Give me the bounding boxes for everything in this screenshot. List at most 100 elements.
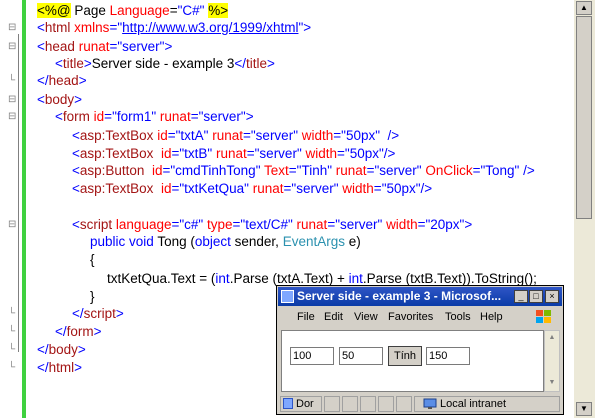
editor-scrollbar[interactable]: ▲ ▼ bbox=[574, 0, 595, 418]
code-token: .Parse (txtA.Text) + bbox=[229, 271, 349, 286]
code-token: runat bbox=[215, 146, 247, 161]
code-token: = bbox=[104, 109, 113, 124]
browser-window: Server side - example 3 - Microsof... _ … bbox=[276, 285, 564, 415]
code-token: id bbox=[93, 109, 105, 124]
browser-scrollbar[interactable]: ▲ ▼ bbox=[544, 330, 560, 392]
code-token: http://www.w3.org/1999/xhtml bbox=[122, 20, 299, 35]
code-token: < bbox=[72, 128, 80, 143]
code-text: <html xmlns="http://www.w3.org/1999/xhtm… bbox=[37, 19, 311, 37]
browser-scroll-down-icon[interactable]: ▼ bbox=[546, 377, 558, 389]
code-token: title bbox=[62, 56, 84, 71]
code-token: object bbox=[194, 234, 231, 249]
status-done-segment: Dor bbox=[280, 396, 322, 412]
code-token: head bbox=[48, 73, 79, 88]
code-token: < bbox=[72, 163, 80, 178]
collapse-box-icon[interactable]: ⊟ bbox=[8, 95, 16, 105]
code-token: "C#" bbox=[177, 3, 205, 18]
code-token: id bbox=[151, 163, 163, 178]
browser-scroll-up-icon[interactable]: ▲ bbox=[546, 332, 558, 344]
tinh-button[interactable]: Tính bbox=[388, 346, 422, 366]
code-token: runat bbox=[335, 163, 367, 178]
status-segment bbox=[360, 396, 376, 412]
code-token: "text/C#" bbox=[240, 217, 293, 232]
code-token: id bbox=[157, 128, 168, 143]
code-text: <title>Server side - example 3</title> bbox=[55, 55, 275, 73]
code-token: < bbox=[55, 56, 63, 71]
menu-edit[interactable]: Edit bbox=[324, 311, 343, 323]
collapse-box-icon[interactable]: ⊟ bbox=[8, 112, 16, 122]
code-token: </ bbox=[234, 56, 246, 71]
menu-help[interactable]: Help bbox=[480, 311, 503, 323]
code-token: "server" bbox=[198, 109, 246, 124]
menu-view[interactable]: View bbox=[354, 311, 378, 323]
code-token: "cmdTinhTong" bbox=[170, 163, 261, 178]
code-token: form bbox=[66, 324, 94, 339]
browser-titlebar[interactable]: Server side - example 3 - Microsof... _ … bbox=[278, 287, 562, 306]
code-token: %> bbox=[208, 3, 229, 18]
menu-favorites[interactable]: Favorites bbox=[388, 311, 433, 323]
scroll-up-arrow-icon[interactable]: ▲ bbox=[576, 1, 592, 15]
code-token: > bbox=[245, 109, 254, 124]
code-token: runat bbox=[296, 217, 328, 232]
code-token: /> bbox=[387, 128, 400, 143]
code-token: "txtB" bbox=[179, 146, 213, 161]
code-text: <head runat="server"> bbox=[37, 38, 172, 56]
code-token: > bbox=[83, 56, 92, 71]
code-token: Server side - example 3 bbox=[91, 56, 235, 71]
collapse-box-icon[interactable]: ⊟ bbox=[8, 23, 16, 33]
code-text: <asp:Button id="cmdTinhTong" Text="Tinh"… bbox=[72, 162, 535, 180]
status-segment bbox=[342, 396, 358, 412]
code-token: html bbox=[44, 20, 71, 35]
code-token: "server" bbox=[291, 181, 339, 196]
close-button[interactable]: × bbox=[545, 290, 559, 303]
code-token: = bbox=[190, 109, 199, 124]
code-token: runat bbox=[78, 39, 110, 54]
code-token: { bbox=[90, 252, 95, 267]
code-token: = bbox=[373, 181, 382, 196]
scroll-down-arrow-icon[interactable]: ▼ bbox=[576, 402, 592, 416]
outline-end-icon: └ bbox=[8, 344, 16, 355]
code-token: width bbox=[386, 217, 418, 232]
minimize-button[interactable]: _ bbox=[514, 290, 528, 303]
code-token: script bbox=[79, 217, 113, 232]
outline-rail bbox=[6, 0, 19, 418]
code-token: width bbox=[342, 181, 374, 196]
code-token: e) bbox=[344, 234, 361, 249]
collapse-box-icon[interactable]: ⊟ bbox=[8, 42, 16, 52]
code-token: </ bbox=[37, 360, 49, 375]
code-token: = bbox=[246, 146, 255, 161]
code-token: txtKetQua.Text = ( bbox=[107, 271, 216, 286]
status-bar: Dor Local intranet bbox=[278, 394, 562, 414]
code-token: /> bbox=[383, 146, 396, 161]
txtB-input[interactable]: 50 bbox=[339, 347, 383, 365]
code-token: asp:Button bbox=[79, 163, 145, 178]
menu-tools[interactable]: Tools bbox=[445, 311, 471, 323]
code-token: > bbox=[267, 56, 275, 71]
code-token: void bbox=[129, 234, 154, 249]
collapse-box-icon[interactable]: ⊟ bbox=[8, 220, 16, 230]
menu-file[interactable]: File bbox=[297, 311, 315, 323]
code-text: } bbox=[90, 288, 95, 306]
code-token: < bbox=[72, 217, 80, 232]
maximize-button[interactable]: □ bbox=[529, 290, 543, 303]
outline-end-icon: └ bbox=[8, 362, 16, 373]
code-token: runat bbox=[252, 181, 284, 196]
code-token: type bbox=[206, 217, 233, 232]
txtA-input[interactable]: 100 bbox=[290, 347, 334, 365]
code-token: form bbox=[62, 109, 90, 124]
code-token: width bbox=[301, 128, 334, 143]
code-token: < bbox=[55, 109, 63, 124]
code-text: <script language="c#" type="text/C#" run… bbox=[72, 216, 472, 234]
result-input[interactable]: 150 bbox=[426, 347, 470, 365]
code-token: /> bbox=[420, 181, 433, 196]
zone-text: Local intranet bbox=[440, 398, 507, 410]
code-text: <asp:TextBox id="txtA" runat="server" wi… bbox=[72, 127, 399, 145]
code-token: id bbox=[160, 146, 172, 161]
code-token: .Parse (txtB.Text)).ToString(); bbox=[362, 271, 537, 286]
scroll-thumb[interactable] bbox=[576, 16, 592, 219]
intranet-icon bbox=[423, 398, 437, 409]
code-token: "server" bbox=[250, 128, 298, 143]
code-token: = bbox=[333, 128, 342, 143]
browser-content: 100 50 Tính 150 bbox=[281, 330, 544, 392]
